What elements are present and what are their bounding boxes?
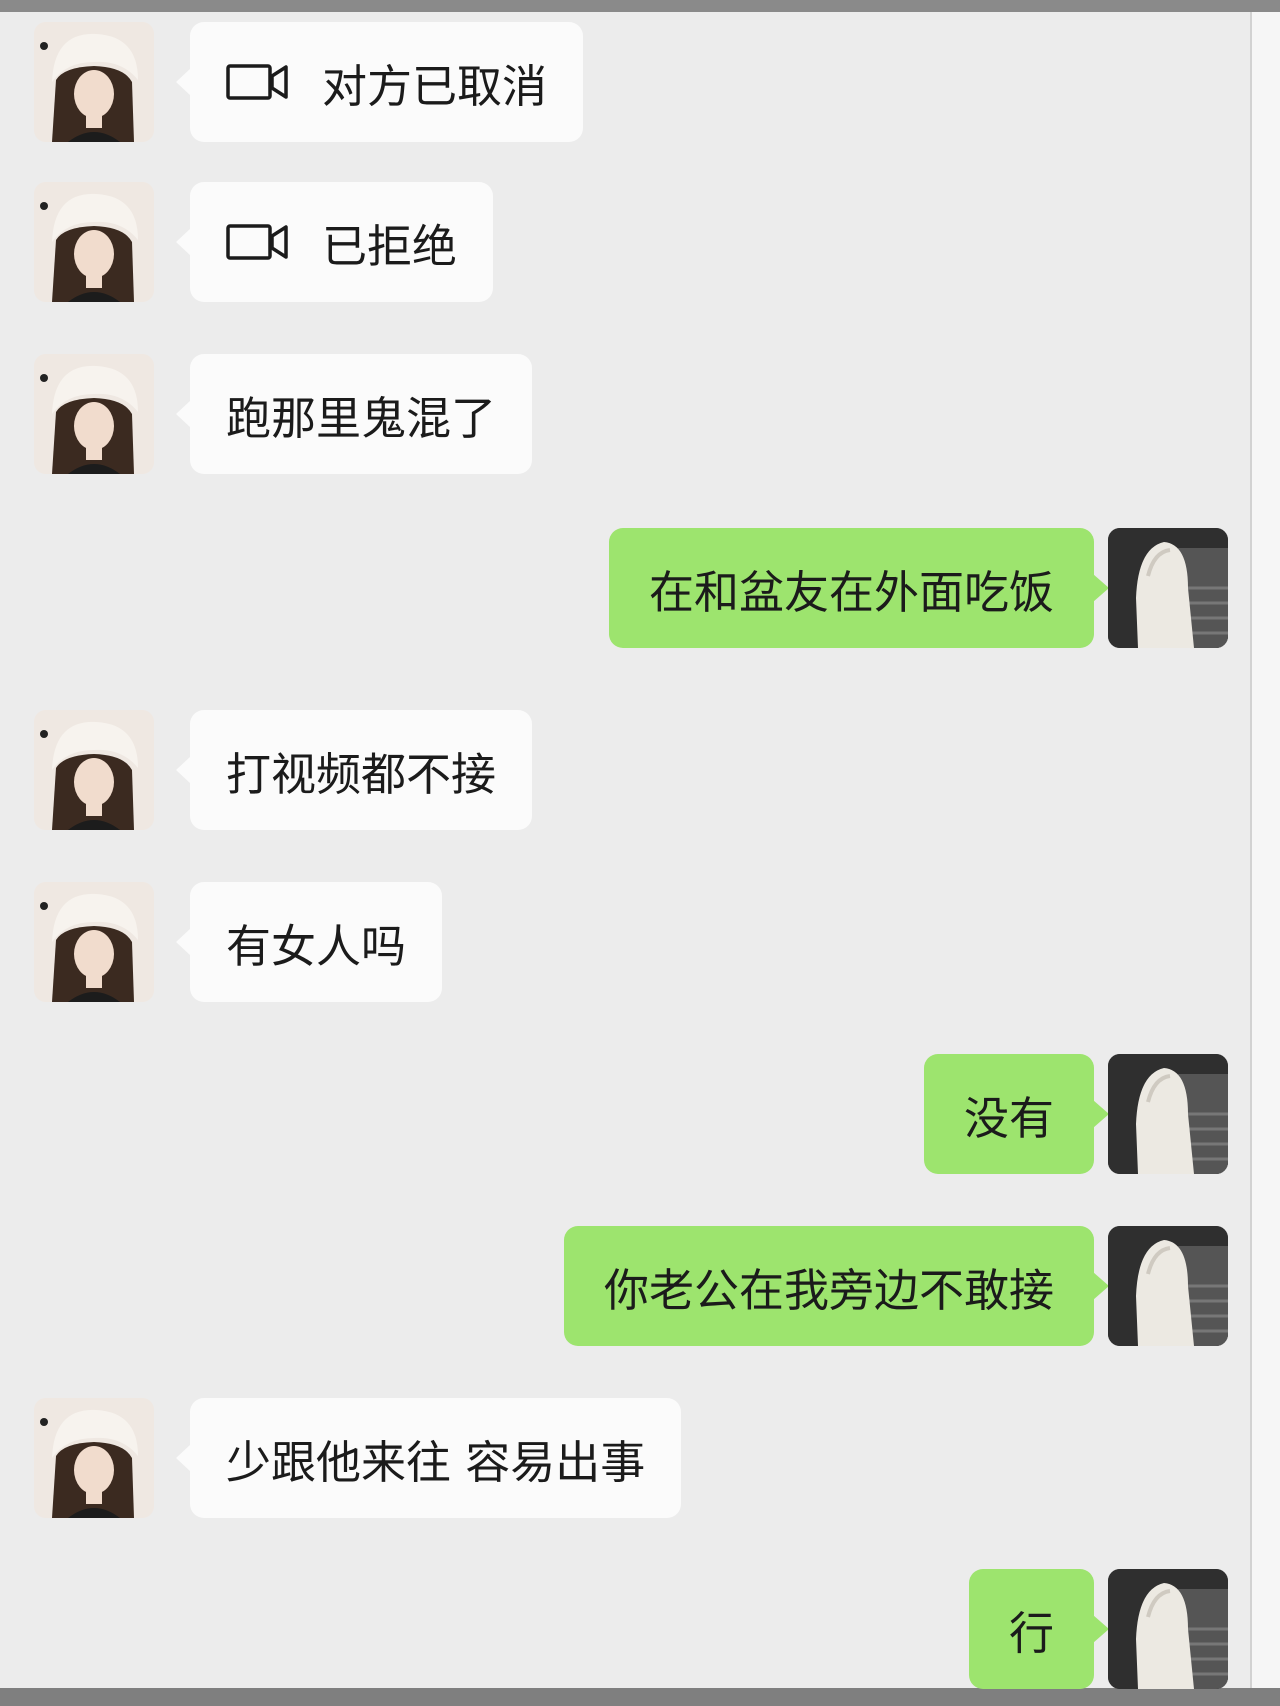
message-bubble[interactable]: 少跟他来往 容易出事 — [175, 1398, 682, 1518]
message-text: 有女人吗 — [226, 919, 407, 973]
contact-avatar-image — [34, 1398, 154, 1518]
message-bubble[interactable]: 行 — [968, 1569, 1110, 1689]
contact-avatar[interactable] — [34, 22, 154, 142]
contact-avatar-image — [34, 882, 154, 1002]
contact-avatar-image — [34, 710, 154, 830]
user-avatar[interactable] — [1108, 528, 1228, 648]
message-text: 打视频都不接 — [226, 747, 497, 801]
message-bubble[interactable]: 你老公在我旁边不敢接 — [563, 1226, 1110, 1346]
user-avatar-image — [1108, 528, 1228, 648]
message-text: 已拒绝 — [322, 219, 458, 273]
contact-avatar[interactable] — [34, 1398, 154, 1518]
message-row: 行 — [0, 1569, 1250, 1689]
message-text: 没有 — [963, 1091, 1054, 1145]
message-bubble[interactable]: 在和盆友在外面吃饭 — [608, 528, 1110, 648]
contact-avatar[interactable] — [34, 882, 154, 1002]
message-row: 打视频都不接 — [0, 710, 1250, 830]
message-text: 跑那里鬼混了 — [226, 391, 497, 445]
message-bubble[interactable]: 对方已取消 — [175, 22, 584, 142]
contact-avatar[interactable] — [34, 354, 154, 474]
contact-avatar-image — [34, 354, 154, 474]
video-call-icon — [226, 222, 288, 262]
user-avatar-image — [1108, 1054, 1228, 1174]
message-row: 已拒绝 — [0, 182, 1250, 302]
message-bubble[interactable]: 已拒绝 — [175, 182, 494, 302]
user-avatar-image — [1108, 1569, 1228, 1689]
chat-window: 对方已取消 已拒绝 跑那里鬼混了 在和盆友在外面吃饭 打视频都不接 有女人吗 没… — [0, 0, 1280, 1706]
message-text: 少跟他来往 容易出事 — [226, 1435, 646, 1489]
message-text: 在和盆友在外面吃饭 — [648, 565, 1054, 619]
message-row: 在和盆友在外面吃饭 — [0, 528, 1250, 648]
scrollbar-track[interactable] — [1250, 12, 1280, 1706]
bottom-bar — [0, 1688, 1280, 1706]
user-avatar-image — [1108, 1226, 1228, 1346]
user-avatar[interactable] — [1108, 1569, 1228, 1689]
message-text: 你老公在我旁边不敢接 — [603, 1263, 1054, 1317]
message-text: 行 — [1008, 1606, 1054, 1660]
message-row: 有女人吗 — [0, 882, 1250, 1002]
message-row: 对方已取消 — [0, 22, 1250, 142]
message-text: 对方已取消 — [322, 59, 548, 113]
message-row: 少跟他来往 容易出事 — [0, 1398, 1250, 1518]
message-row: 跑那里鬼混了 — [0, 354, 1250, 474]
message-bubble[interactable]: 没有 — [923, 1054, 1110, 1174]
user-avatar[interactable] — [1108, 1226, 1228, 1346]
message-bubble[interactable]: 有女人吗 — [175, 882, 443, 1002]
message-row: 你老公在我旁边不敢接 — [0, 1226, 1250, 1346]
message-bubble[interactable]: 打视频都不接 — [175, 710, 533, 830]
message-row: 没有 — [0, 1054, 1250, 1174]
contact-avatar[interactable] — [34, 710, 154, 830]
contact-avatar[interactable] — [34, 182, 154, 302]
contact-avatar-image — [34, 22, 154, 142]
message-bubble[interactable]: 跑那里鬼混了 — [175, 354, 533, 474]
user-avatar[interactable] — [1108, 1054, 1228, 1174]
video-call-icon — [226, 62, 288, 102]
contact-avatar-image — [34, 182, 154, 302]
